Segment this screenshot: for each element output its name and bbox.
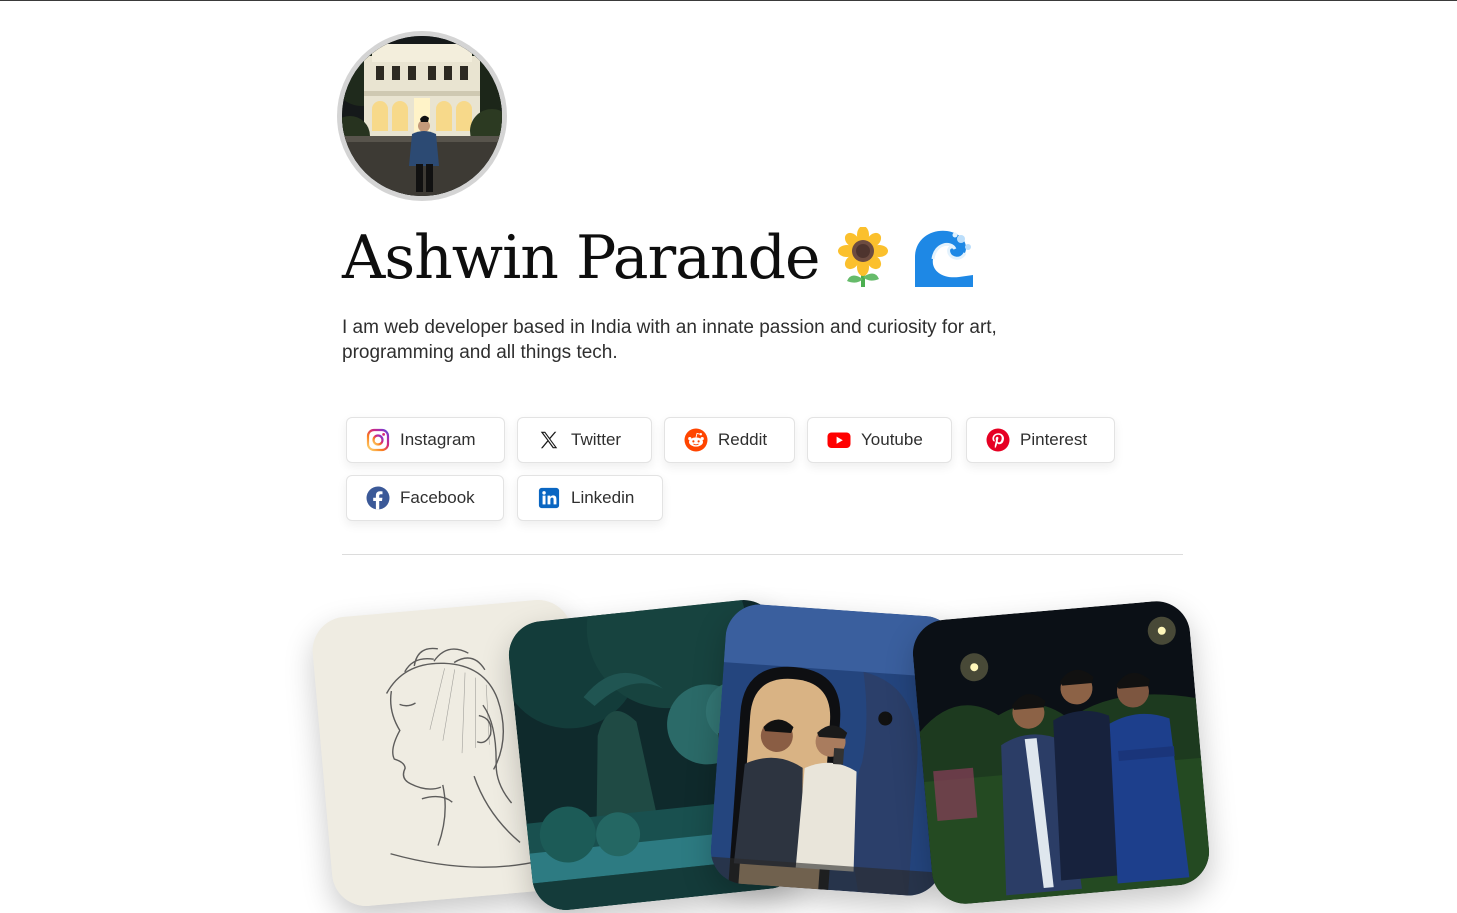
gallery-card-night-group[interactable] <box>910 598 1212 907</box>
youtube-icon <box>827 428 851 452</box>
facebook-icon <box>366 486 390 510</box>
top-border <box>0 0 1457 1</box>
bio-text: I am web developer based in India with a… <box>342 317 997 363</box>
name-row: Ashwin Parande <box>342 218 976 298</box>
linkedin-icon <box>537 486 561 510</box>
wave-icon <box>913 227 976 289</box>
facebook-label: Facebook <box>400 488 475 507</box>
reddit-label: Reddit <box>718 430 768 449</box>
reddit-icon <box>684 428 708 452</box>
twitter-button[interactable]: Twitter <box>517 417 652 463</box>
avatar <box>337 31 507 201</box>
reddit-button[interactable]: Reddit <box>664 417 795 463</box>
sunflower-icon <box>835 226 891 289</box>
pinterest-label: Pinterest <box>1020 430 1088 449</box>
pinterest-button[interactable]: Pinterest <box>966 417 1115 463</box>
photo-gallery <box>0 580 1457 913</box>
pinterest-icon <box>986 428 1010 452</box>
linkedin-label: Linkedin <box>571 488 635 507</box>
facebook-button[interactable]: Facebook <box>346 475 504 521</box>
avatar-photo <box>342 36 502 196</box>
instagram-label: Instagram <box>400 430 476 449</box>
youtube-label: Youtube <box>861 430 923 449</box>
linkedin-button[interactable]: Linkedin <box>517 475 663 521</box>
instagram-button[interactable]: Instagram <box>346 417 505 463</box>
instagram-icon <box>366 428 390 452</box>
twitter-label: Twitter <box>571 430 622 449</box>
section-divider <box>342 554 1183 555</box>
x-icon <box>537 428 561 452</box>
youtube-button[interactable]: Youtube <box>807 417 952 463</box>
night-group-image <box>910 598 1212 907</box>
profile-name: Ashwin Parande <box>342 223 820 293</box>
